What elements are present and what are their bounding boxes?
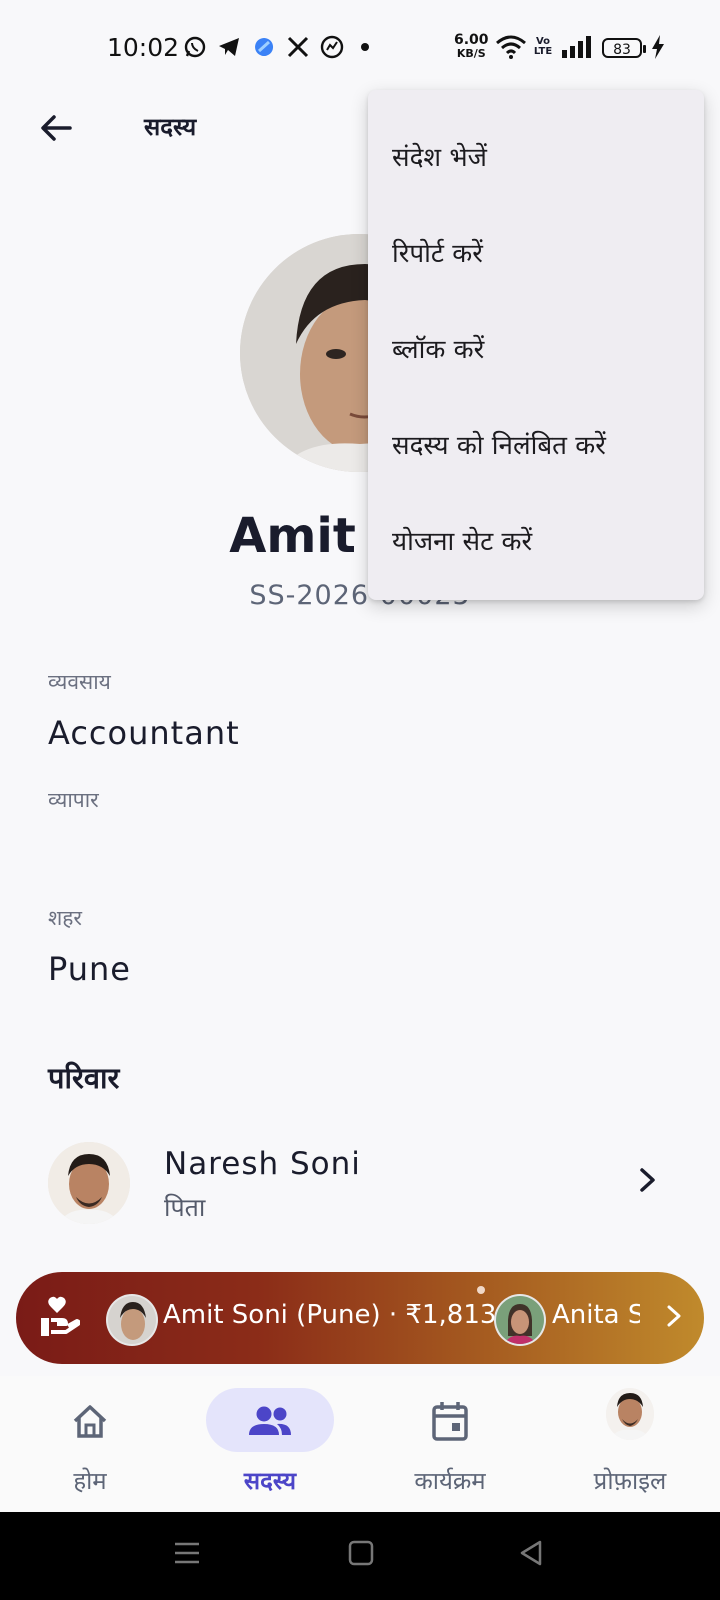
donor-avatar xyxy=(106,1294,158,1346)
nav-events-label: कार्यक्रम xyxy=(414,1467,486,1495)
donor-avatar xyxy=(494,1294,546,1346)
app-icon xyxy=(251,34,277,60)
overflow-menu: संदेश भेजें रिपोर्ट करें ब्लॉक करें सदस्… xyxy=(368,90,704,600)
menu-item-block[interactable]: ब्लॉक करें xyxy=(368,296,704,392)
donation-item-text: Amit Soni (Pune) · ₹1,813 xyxy=(163,1300,497,1330)
menu-item-label: ब्लॉक करें xyxy=(392,335,485,365)
donation-hand-heart-icon xyxy=(40,1296,81,1342)
nav-profile-label: प्रोफ़ाइल xyxy=(593,1467,667,1495)
members-icon xyxy=(245,1398,295,1444)
battery-indicator: 83 xyxy=(602,38,646,58)
city-value: Pune xyxy=(48,950,131,988)
charging-icon xyxy=(650,34,666,60)
ticker-dot xyxy=(477,1286,485,1294)
nav-home-label: होम xyxy=(73,1467,107,1495)
arrow-left-icon xyxy=(41,115,72,141)
nav-members-label: सदस्य xyxy=(243,1467,297,1495)
whatsapp-icon xyxy=(182,34,208,60)
back-button[interactable] xyxy=(28,100,84,156)
dot-icon xyxy=(358,34,372,60)
nav-home[interactable]: होम xyxy=(0,1376,180,1512)
menu-item-label: सदस्य को निलंबित करें xyxy=(392,431,606,461)
threads-icon xyxy=(319,34,345,60)
menu-item-set-plan[interactable]: योजना सेट करें xyxy=(368,488,704,584)
family-member-row[interactable]: Naresh Soni पिता xyxy=(0,1120,720,1240)
occupation-value: Accountant xyxy=(48,714,240,752)
family-member-relation: पिता xyxy=(164,1193,206,1222)
home-system-icon[interactable] xyxy=(348,1540,374,1570)
status-bar: 10:02 6.00 KB/S Vo LTE 83 xyxy=(0,0,720,90)
bottom-navigation: होम सदस्य कार्यक्रम प्रोफ़ाइल xyxy=(0,1376,720,1512)
signal-icon xyxy=(560,34,592,60)
system-navigation-bar xyxy=(0,1512,720,1600)
volte-icon: Vo LTE xyxy=(533,36,553,57)
x-icon xyxy=(285,34,311,60)
menu-item-label: संदेश भेजें xyxy=(392,143,487,173)
menu-item-suspend-member[interactable]: सदस्य को निलंबित करें xyxy=(368,392,704,488)
menu-item-send-message[interactable]: संदेश भेजें xyxy=(368,104,704,200)
status-time: 10:02 xyxy=(107,33,180,62)
family-section-title: परिवार xyxy=(48,1061,120,1095)
nav-events[interactable]: कार्यक्रम xyxy=(360,1376,540,1512)
menu-item-report[interactable]: रिपोर्ट करें xyxy=(368,200,704,296)
page-title: सदस्य xyxy=(144,113,197,141)
nav-members[interactable]: सदस्य xyxy=(180,1376,360,1512)
avatar xyxy=(606,1388,654,1440)
donation-item-text: Anita S xyxy=(552,1300,640,1330)
back-system-icon[interactable] xyxy=(518,1540,544,1570)
city-label: शहर xyxy=(48,906,83,930)
business-label: व्यापार xyxy=(48,788,99,812)
family-member-avatar xyxy=(48,1142,130,1224)
wifi-icon xyxy=(494,34,528,60)
home-icon xyxy=(65,1398,115,1444)
chevron-right-icon xyxy=(636,1166,660,1198)
donation-ticker-banner[interactable]: Amit Soni (Pune) · ₹1,813 Anita S xyxy=(16,1272,704,1364)
telegram-icon xyxy=(216,34,242,60)
network-speed: 6.00 KB/S xyxy=(454,32,489,60)
calendar-icon xyxy=(425,1398,475,1444)
nav-profile[interactable]: प्रोफ़ाइल xyxy=(540,1376,720,1512)
occupation-label: व्यवसाय xyxy=(48,670,111,694)
recents-icon[interactable] xyxy=(174,1540,200,1570)
menu-item-label: योजना सेट करें xyxy=(392,527,533,557)
family-member-name: Naresh Soni xyxy=(164,1146,361,1182)
chevron-right-icon[interactable] xyxy=(664,1302,684,1334)
menu-item-label: रिपोर्ट करें xyxy=(392,239,483,269)
